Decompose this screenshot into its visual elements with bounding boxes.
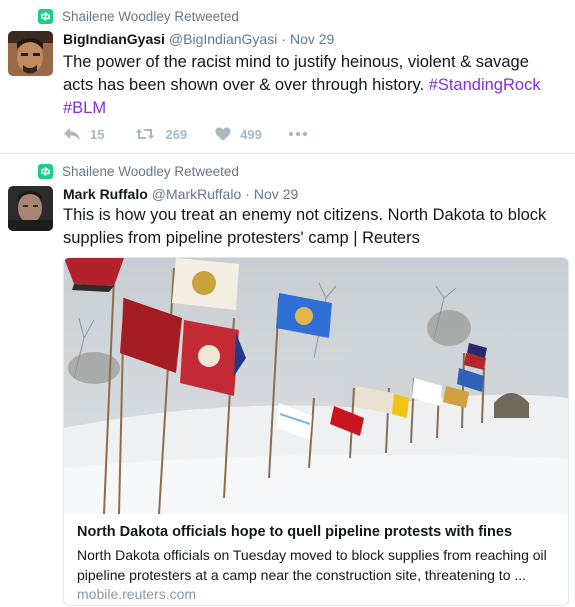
tweet-text: This is how you treat an enemy not citiz… bbox=[63, 204, 563, 250]
timestamp[interactable]: Nov 29 bbox=[290, 31, 334, 47]
link-card[interactable]: North Dakota officials hope to quell pip… bbox=[63, 257, 569, 606]
card-title[interactable]: North Dakota officials hope to quell pip… bbox=[77, 524, 512, 540]
author-handle[interactable]: @MarkRuffalo bbox=[152, 186, 241, 202]
retweet-button[interactable]: 269 bbox=[134, 127, 187, 142]
tweet-text: The power of the racist mind to justify … bbox=[63, 51, 563, 120]
retweet-action-icon bbox=[135, 129, 155, 139]
retweet-context: Shailene Woodley Retweeted bbox=[38, 7, 239, 25]
hashtag-standingrock[interactable]: #StandingRock bbox=[429, 76, 541, 94]
hashtag-blm[interactable]: #BLM bbox=[63, 99, 106, 117]
author-handle[interactable]: @BigIndianGyasi bbox=[169, 31, 277, 47]
reply-button[interactable]: 15 bbox=[63, 127, 104, 142]
retweet-icon bbox=[38, 8, 53, 24]
card-domain[interactable]: mobile.reuters.com bbox=[77, 586, 196, 602]
like-count: 499 bbox=[240, 126, 262, 142]
card-image[interactable] bbox=[64, 258, 568, 514]
avatar-photo bbox=[8, 31, 53, 76]
author-name[interactable]: BigIndianGyasi bbox=[63, 31, 165, 47]
like-button[interactable]: 499 bbox=[215, 127, 262, 142]
retweet-icon bbox=[38, 163, 53, 179]
author-name[interactable]: Mark Ruffalo bbox=[63, 186, 148, 202]
more-button[interactable] bbox=[288, 131, 317, 137]
retweeted-by-label[interactable]: Shailene Woodley Retweeted bbox=[62, 9, 239, 24]
separator-dot: · bbox=[245, 186, 250, 202]
avatar-photo bbox=[8, 186, 53, 231]
tweet-body: This is how you treat an enemy not citiz… bbox=[63, 206, 547, 247]
card-description: North Dakota officials on Tuesday moved … bbox=[77, 547, 547, 583]
retweet-context: Shailene Woodley Retweeted bbox=[38, 162, 239, 180]
retweet-count: 269 bbox=[165, 126, 188, 142]
separator-dot: · bbox=[281, 31, 286, 47]
tweet-actions: 15 269 499 bbox=[63, 124, 347, 144]
tweet-header: BigIndianGyasi @BigIndianGyasi · Nov 29 bbox=[63, 31, 334, 47]
retweeted-by-label[interactable]: Shailene Woodley Retweeted bbox=[62, 164, 239, 179]
avatar[interactable] bbox=[8, 186, 53, 231]
tweet-1[interactable]: Shailene Woodley Retweeted BigIndianGyas… bbox=[0, 0, 575, 153]
like-icon bbox=[215, 127, 231, 141]
tweet-header: Mark Ruffalo @MarkRuffalo · Nov 29 bbox=[63, 186, 298, 202]
timestamp[interactable]: Nov 29 bbox=[254, 186, 298, 202]
reply-count: 15 bbox=[90, 126, 105, 142]
more-icon bbox=[288, 131, 308, 137]
reply-icon bbox=[64, 128, 80, 140]
avatar[interactable] bbox=[8, 31, 53, 76]
